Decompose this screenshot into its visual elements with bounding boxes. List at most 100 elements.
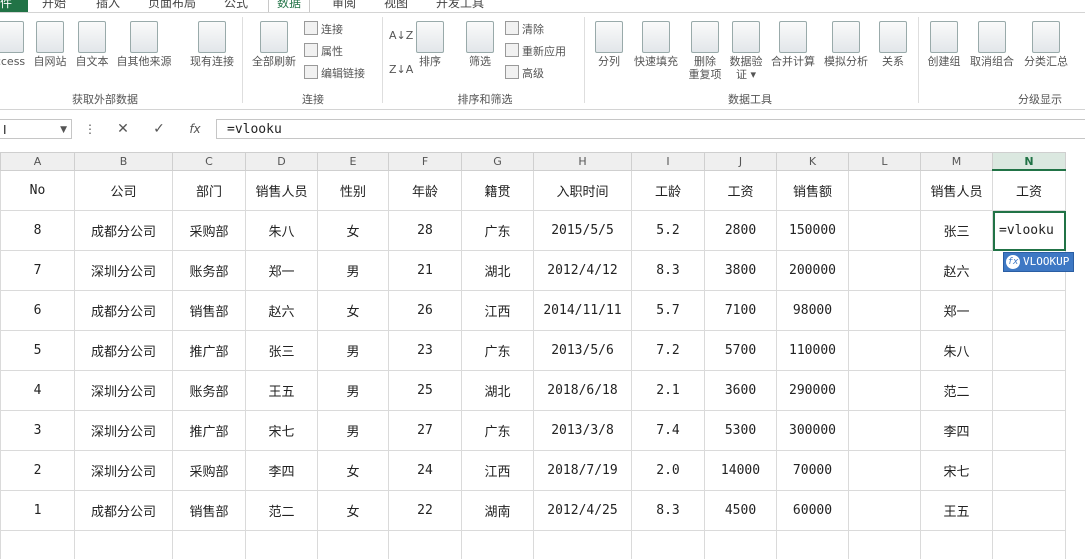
table-cell[interactable]: 宋七 (920, 450, 993, 491)
sort-button[interactable]: 排序 (412, 21, 448, 68)
data-validation-button[interactable]: 数据验 证 ▾ (726, 21, 766, 81)
consolidate-button[interactable]: 合并计算 (768, 21, 818, 68)
relationships-button[interactable]: 关系 (876, 21, 910, 68)
table-cell[interactable] (992, 530, 1066, 559)
table-cell[interactable] (920, 530, 993, 559)
table-cell[interactable]: 2 (0, 450, 75, 491)
table-cell[interactable]: 成都分公司 (74, 330, 173, 371)
header-cell[interactable] (848, 169, 921, 211)
table-cell[interactable]: 3 (0, 410, 75, 451)
ungroup-button[interactable]: 取消组合 (966, 21, 1018, 68)
table-cell[interactable] (388, 530, 462, 559)
table-cell[interactable]: 张三 (245, 330, 318, 371)
cancel-icon[interactable]: ✕ (110, 119, 136, 139)
header-cell[interactable]: 籍贯 (461, 169, 534, 211)
table-cell[interactable]: 采购部 (172, 210, 246, 251)
table-cell[interactable]: 6 (0, 290, 75, 331)
table-cell[interactable]: 2012/4/25 (533, 490, 632, 531)
table-cell[interactable]: 深圳分公司 (74, 370, 173, 411)
table-cell[interactable]: 朱八 (920, 330, 993, 371)
table-cell[interactable]: 2013/3/8 (533, 410, 632, 451)
table-cell[interactable]: 25 (388, 370, 462, 411)
table-cell[interactable]: 70000 (776, 450, 849, 491)
table-cell[interactable]: 李四 (920, 410, 993, 451)
table-cell[interactable] (848, 250, 921, 291)
table-cell[interactable]: 4500 (704, 490, 777, 531)
header-cell[interactable]: 销售人员 (245, 169, 318, 211)
table-cell[interactable]: 销售部 (172, 490, 246, 531)
table-cell[interactable]: 郑一 (920, 290, 993, 331)
table-cell[interactable] (992, 330, 1066, 371)
table-cell[interactable]: 150000 (776, 210, 849, 251)
table-cell[interactable]: 女 (317, 450, 389, 491)
column-header[interactable]: L (848, 152, 921, 171)
header-cell[interactable]: No (0, 169, 75, 211)
tab-formulas[interactable]: 公式 (224, 0, 248, 12)
table-cell[interactable]: 成都分公司 (74, 490, 173, 531)
table-cell[interactable]: 广东 (461, 330, 534, 371)
column-header[interactable]: A (0, 152, 75, 171)
existing-connections-button[interactable]: 现有连接 (186, 21, 238, 68)
properties-button[interactable]: 属性 (304, 43, 343, 61)
table-cell[interactable] (704, 530, 777, 559)
tab-view[interactable]: 视图 (384, 0, 408, 12)
tab-review[interactable]: 审阅 (332, 0, 356, 12)
table-cell[interactable]: 8 (0, 210, 75, 251)
formula-input[interactable]: =vlooku (216, 119, 1085, 139)
table-cell[interactable]: 2014/11/11 (533, 290, 632, 331)
function-autocomplete-tooltip[interactable]: fx VLOOKUP (1003, 252, 1075, 272)
enter-icon[interactable]: ✓ (146, 119, 172, 139)
clear-filter-button[interactable]: 清除 (505, 21, 544, 39)
table-cell[interactable]: 2.0 (631, 450, 705, 491)
table-cell[interactable] (848, 210, 921, 251)
table-cell[interactable]: 26 (388, 290, 462, 331)
table-cell[interactable]: 7.4 (631, 410, 705, 451)
table-cell[interactable] (848, 370, 921, 411)
table-cell[interactable]: 郑一 (245, 250, 318, 291)
table-cell[interactable]: 推广部 (172, 330, 246, 371)
header-cell[interactable]: 工龄 (631, 169, 705, 211)
tab-file[interactable]: 件 (0, 0, 28, 12)
header-cell[interactable]: 性别 (317, 169, 389, 211)
column-header[interactable]: I (631, 152, 705, 171)
table-cell[interactable] (992, 290, 1066, 331)
header-cell[interactable]: 销售人员 (920, 169, 993, 211)
from-text-button[interactable]: 自文本 (72, 21, 112, 68)
table-cell[interactable]: 8.3 (631, 490, 705, 531)
table-cell[interactable]: 2015/5/5 (533, 210, 632, 251)
table-cell[interactable]: 广东 (461, 410, 534, 451)
table-cell[interactable]: 2013/5/6 (533, 330, 632, 371)
header-cell[interactable]: 入职时间 (533, 169, 632, 211)
edit-links-button[interactable]: 编辑链接 (304, 65, 365, 83)
tab-insert[interactable]: 插入 (96, 0, 120, 12)
table-cell[interactable]: 男 (317, 330, 389, 371)
table-cell[interactable]: 98000 (776, 290, 849, 331)
table-cell[interactable]: 7100 (704, 290, 777, 331)
table-cell[interactable]: 290000 (776, 370, 849, 411)
header-cell[interactable]: 工资 (992, 169, 1066, 211)
table-cell[interactable]: 范二 (920, 370, 993, 411)
header-cell[interactable]: 销售额 (776, 169, 849, 211)
column-header[interactable]: C (172, 152, 246, 171)
advanced-filter-button[interactable]: 高级 (505, 65, 544, 83)
table-cell[interactable]: 女 (317, 210, 389, 251)
table-cell[interactable] (848, 410, 921, 451)
table-cell[interactable]: 14000 (704, 450, 777, 491)
column-header[interactable]: K (776, 152, 849, 171)
table-cell[interactable] (848, 490, 921, 531)
table-cell[interactable]: 5.2 (631, 210, 705, 251)
table-cell[interactable] (533, 530, 632, 559)
active-cell[interactable]: =vlooku (992, 210, 1066, 251)
table-cell[interactable]: 账务部 (172, 370, 246, 411)
refresh-all-button[interactable]: 全部刷新 (248, 21, 300, 68)
table-cell[interactable]: 销售部 (172, 290, 246, 331)
table-cell[interactable]: 3800 (704, 250, 777, 291)
filter-button[interactable]: 筛选 (462, 21, 498, 68)
table-cell[interactable] (317, 530, 389, 559)
table-cell[interactable]: 张三 (920, 210, 993, 251)
table-cell[interactable] (992, 450, 1066, 491)
column-header[interactable]: G (461, 152, 534, 171)
table-cell[interactable]: 深圳分公司 (74, 250, 173, 291)
sort-az-button[interactable]: A↓Z (389, 27, 413, 45)
what-if-analysis-button[interactable]: 模拟分析 (820, 21, 872, 68)
